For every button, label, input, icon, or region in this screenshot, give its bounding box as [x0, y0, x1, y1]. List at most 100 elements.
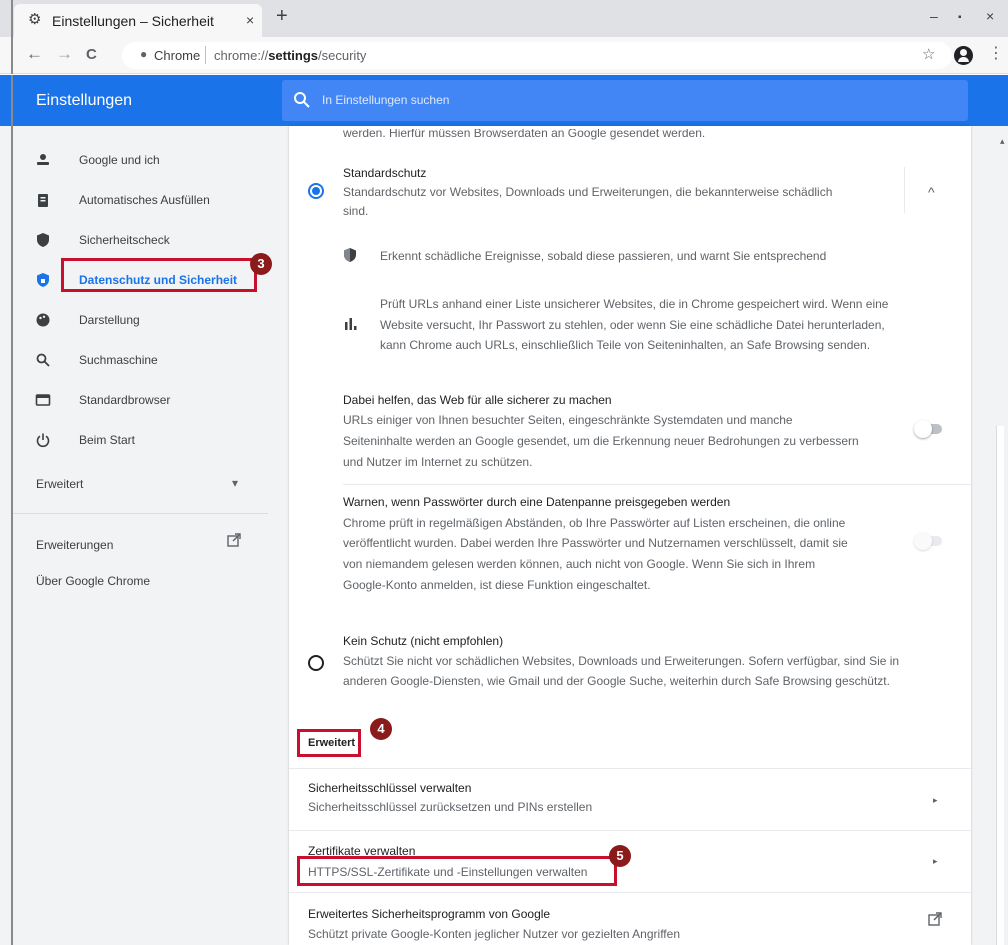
scroll-up-arrow-icon[interactable]: ▴: [1000, 136, 1005, 147]
tab-title: Einstellungen – Sicherheit: [52, 13, 214, 29]
sidebar-item-default-browser[interactable]: Standardbrowser: [13, 382, 268, 418]
search-icon: [36, 353, 50, 367]
password-warn-desc: von niemandem gelesen werden können, auc…: [343, 557, 816, 571]
menu-kebab-icon[interactable]: ⋮: [988, 46, 1004, 62]
sidebar-item-about-chrome[interactable]: Über Google Chrome: [36, 574, 150, 588]
password-warn-desc: veröffentlicht wurden. Dabei werden Ihre…: [343, 536, 848, 550]
sidebar-item-label: Darstellung: [79, 313, 140, 327]
url-text[interactable]: chrome://settings/security: [214, 48, 366, 63]
omnibox-separator: [205, 46, 206, 64]
standard-protection-desc: Standardschutz vor Websites, Downloads u…: [343, 185, 833, 199]
site-info-icon[interactable]: ●: [140, 47, 147, 61]
site-label: Chrome: [154, 48, 201, 63]
highlight-box-privacy: [61, 258, 257, 292]
sidebar-item-extensions[interactable]: Erweiterungen: [36, 538, 113, 552]
sidebar-item-label: Sicherheitscheck: [79, 233, 170, 247]
collapse-chevron-up-icon[interactable]: ^: [928, 182, 935, 202]
profile-avatar-icon[interactable]: [954, 46, 973, 65]
advanced-protection-title: Erweitertes Sicherheitsprogramm von Goog…: [308, 907, 551, 921]
password-warn-title: Warnen, wenn Passwörter durch eine Daten…: [343, 495, 731, 509]
maximize-button[interactable]: ▪: [958, 11, 962, 25]
arrow-right-icon: ▸: [933, 795, 938, 805]
password-warn-toggle[interactable]: [914, 532, 944, 550]
minimize-button[interactable]: –: [930, 9, 938, 23]
password-warn-desc: Google-Konto anmelden, ist diese Funktio…: [343, 578, 651, 592]
clipboard-icon: [38, 194, 48, 207]
settings-title: Einstellungen: [36, 92, 133, 109]
scrollbar-thumb[interactable]: [996, 426, 1004, 945]
sidebar-item-google-und-ich[interactable]: Google und ich: [13, 142, 268, 178]
sidebar-item-label: Standardbrowser: [79, 393, 171, 407]
no-protection-title: Kein Schutz (nicht empfohlen): [343, 634, 504, 648]
help-web-desc: und Nutzer im Internet zu schützen.: [343, 455, 533, 469]
help-web-toggle[interactable]: [914, 420, 944, 438]
no-protection-desc: anderen Google-Diensten, wie Gmail und d…: [343, 674, 890, 688]
shield-icon: [37, 233, 49, 247]
window-left-border: [11, 37, 13, 74]
address-bar[interactable]: ● Chrome chrome://settings/security: [122, 42, 952, 69]
help-web-desc: Seiteninhalte werden an Google gesendet,…: [343, 434, 859, 448]
back-button[interactable]: ←: [26, 45, 43, 63]
no-protection-desc: Schützt Sie nicht vor schädlichen Websit…: [343, 654, 900, 668]
power-icon: [36, 433, 50, 448]
standard-point-2: kann Chrome auch URLs, einschließlich Te…: [380, 338, 871, 352]
sidebar-item-safety-check[interactable]: Sicherheitscheck: [13, 222, 268, 258]
sidebar-item-appearance[interactable]: Darstellung: [13, 302, 268, 338]
tab-close-icon[interactable]: ×: [246, 12, 254, 28]
page-scrollbar[interactable]: [992, 126, 1008, 945]
sidebar-advanced-toggle[interactable]: Erweitert: [36, 477, 83, 491]
sidebar-divider: [13, 513, 268, 514]
standard-point-1: Erkennt schädliche Ereignisse, sobald di…: [380, 249, 827, 263]
browser-tab[interactable]: ⚙ Einstellungen – Sicherheit ×: [14, 4, 262, 37]
standard-point-2: Prüft URLs anhand einer Liste unsicherer…: [380, 297, 889, 311]
standard-protection-desc: sind.: [343, 204, 369, 218]
sidebar-item-label: Google und ich: [79, 153, 160, 167]
standard-protection-radio[interactable]: [308, 183, 324, 199]
chevron-down-icon[interactable]: ▾: [232, 476, 238, 490]
divider: [343, 484, 971, 485]
standard-protection-title: Standardschutz: [343, 166, 427, 180]
security-keys-desc: Sicherheitsschlüssel zurücksetzen und PI…: [308, 800, 593, 814]
window-close-button[interactable]: ×: [986, 9, 994, 23]
search-placeholder: In Einstellungen suchen: [322, 93, 450, 107]
help-web-desc: URLs einiger von Ihnen besuchter Seiten,…: [343, 413, 793, 427]
annotation-badge: 5: [609, 845, 631, 867]
sidebar-item-search-engine[interactable]: Suchmaschine: [13, 342, 268, 378]
new-tab-button[interactable]: +: [276, 6, 288, 26]
highlight-box-advanced: [297, 729, 361, 757]
external-link-icon[interactable]: [227, 533, 241, 547]
chart-icon: [345, 318, 357, 330]
sidebar-item-label: Automatisches Ausfüllen: [79, 193, 210, 207]
shield-lock-icon: [37, 273, 49, 287]
security-keys-title: Sicherheitsschlüssel verwalten: [308, 781, 472, 795]
person-icon: [37, 154, 49, 165]
gear-icon: ⚙: [28, 11, 42, 28]
annotation-badge: 3: [250, 253, 272, 275]
browser-toolbar: ← → C ● Chrome chrome://settings/securit…: [0, 37, 1008, 74]
shield-icon: [344, 248, 356, 262]
palette-icon: [36, 313, 50, 327]
browser-icon: [35, 394, 51, 406]
sidebar-item-autofill[interactable]: Automatisches Ausfüllen: [13, 182, 268, 218]
tab-strip: ⚙ Einstellungen – Sicherheit × + – ▪ ×: [0, 0, 1008, 37]
advanced-protection-desc: Schützt private Google-Konten jeglicher …: [308, 927, 680, 941]
no-protection-radio[interactable]: [308, 655, 324, 671]
help-web-title: Dabei helfen, das Web für alle sicherer …: [343, 393, 612, 407]
annotation-badge: 4: [370, 718, 392, 740]
arrow-right-icon: ▸: [933, 856, 938, 866]
highlight-box-certificates: [297, 856, 617, 886]
sidebar-item-label: Beim Start: [79, 433, 136, 447]
forward-button[interactable]: →: [56, 45, 73, 63]
reload-button[interactable]: C: [86, 46, 97, 64]
external-link-icon[interactable]: [928, 912, 942, 926]
search-icon: [294, 92, 310, 108]
bookmark-star-icon[interactable]: ☆: [922, 47, 935, 62]
standard-point-2: Website versucht, Ihr Passwort zu stehle…: [380, 318, 885, 332]
settings-header: Einstellungen In Einstellungen suchen: [0, 75, 1008, 126]
password-warn-desc: Chrome prüft in regelmäßigen Abständen, …: [343, 516, 846, 530]
sidebar-item-label: Suchmaschine: [79, 353, 158, 367]
sidebar-item-on-startup[interactable]: Beim Start: [13, 422, 268, 458]
settings-search-input[interactable]: In Einstellungen suchen: [282, 80, 968, 121]
window-left-border: [11, 0, 13, 37]
window-left-border: [11, 75, 13, 126]
